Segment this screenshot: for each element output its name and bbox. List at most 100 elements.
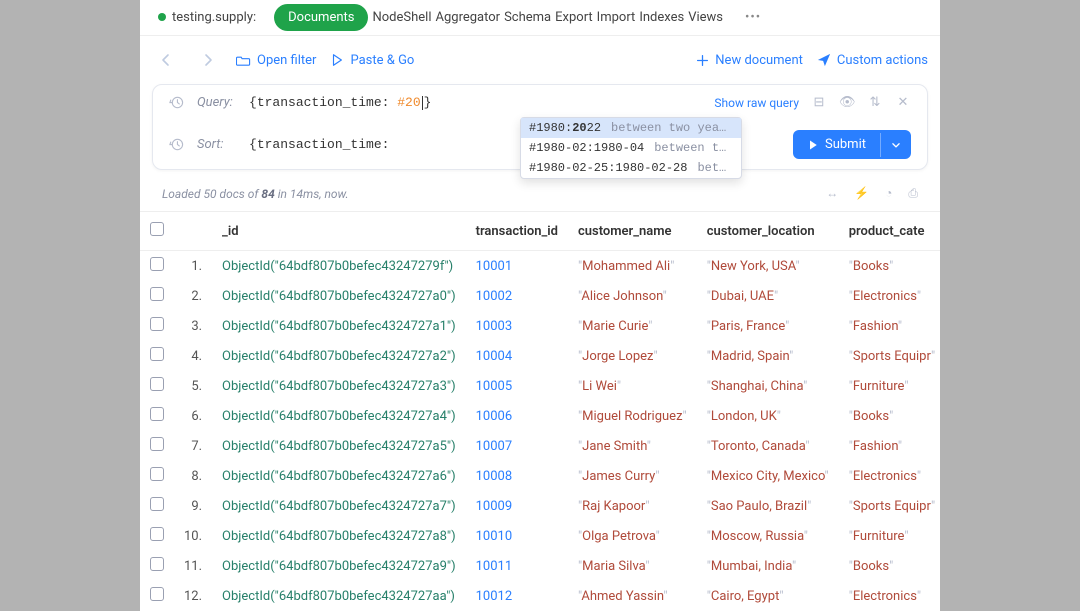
close-icon[interactable]: ✕ xyxy=(895,95,911,110)
history-icon[interactable] xyxy=(169,137,187,152)
sort-toggle-icon[interactable]: ⇅ xyxy=(867,95,883,110)
open-filter-label: Open filter xyxy=(257,53,316,68)
cell-id[interactable]: ObjectId("64bdf807b0befec4324727a5") xyxy=(222,439,456,454)
row-checkbox[interactable] xyxy=(150,347,164,361)
cell-id[interactable]: ObjectId("64bdf807b0befec4324727a4") xyxy=(222,409,456,424)
history-icon[interactable] xyxy=(169,95,187,110)
cell-transaction-id[interactable]: 10005 xyxy=(476,379,513,394)
send-icon xyxy=(817,53,831,67)
row-checkbox[interactable] xyxy=(150,377,164,391)
query-text[interactable]: {transaction_time: #20} xyxy=(249,95,431,110)
tab-documents[interactable]: Documents xyxy=(274,4,368,31)
tab-export[interactable]: Export xyxy=(555,10,593,25)
forward-button[interactable] xyxy=(194,46,222,74)
tab-views[interactable]: Views xyxy=(688,10,723,25)
paste-go-button[interactable]: Paste & Go xyxy=(330,53,414,68)
back-button[interactable] xyxy=(152,46,180,74)
cell-id[interactable]: ObjectId("64bdf807b0befec4324727a6") xyxy=(222,469,456,484)
cell-id[interactable]: ObjectId("64bdf807b0befec4324727a1") xyxy=(222,319,456,334)
cell-customer-name: Li Wei xyxy=(582,379,617,394)
cell-transaction-id[interactable]: 10006 xyxy=(476,409,513,424)
arrow-left-icon xyxy=(158,52,174,68)
tab-schema[interactable]: Schema xyxy=(504,10,551,25)
chart-icon[interactable]: ◔ xyxy=(885,186,892,201)
column-header[interactable]: _id xyxy=(212,212,466,251)
tab-nodeshell[interactable]: NodeShell xyxy=(372,10,431,25)
suggestion-item[interactable]: #1980-02-25:1980-02-28bet… xyxy=(521,158,741,178)
cell-customer-location: Moscow, Russia xyxy=(711,529,804,544)
custom-actions-button[interactable]: Custom actions xyxy=(817,53,928,68)
cell-id[interactable]: ObjectId("64bdf807b0befec4324727aa") xyxy=(222,589,455,604)
cell-transaction-id[interactable]: 10009 xyxy=(476,499,513,514)
table-row[interactable]: 2.ObjectId("64bdf807b0befec4324727a0")10… xyxy=(140,281,940,311)
tab-indexes[interactable]: Indexes xyxy=(639,10,684,25)
sort-label: Sort: xyxy=(197,137,239,152)
row-number: 4. xyxy=(174,341,212,371)
cell-transaction-id[interactable]: 10007 xyxy=(476,439,513,454)
table-row[interactable]: 5.ObjectId("64bdf807b0befec4324727a3")10… xyxy=(140,371,940,401)
table-row[interactable]: 3.ObjectId("64bdf807b0befec4324727a1")10… xyxy=(140,311,940,341)
cell-id[interactable]: ObjectId("64bdf807b0befec4324727a2") xyxy=(222,349,456,364)
new-document-button[interactable]: New document xyxy=(696,53,803,68)
cell-id[interactable]: ObjectId("64bdf807b0befec4324727a7") xyxy=(222,499,456,514)
row-checkbox[interactable] xyxy=(150,437,164,451)
ruler-icon[interactable]: ⊟ xyxy=(811,95,827,110)
cell-transaction-id[interactable]: 10004 xyxy=(476,349,513,364)
column-header[interactable]: product_cate xyxy=(839,212,940,251)
cell-transaction-id[interactable]: 10003 xyxy=(476,319,513,334)
query-row[interactable]: Query: {transaction_time: #20} Show raw … xyxy=(163,85,917,120)
cell-transaction-id[interactable]: 10010 xyxy=(476,529,513,544)
tab-aggregator[interactable]: Aggregator xyxy=(436,10,501,25)
row-checkbox[interactable] xyxy=(150,497,164,511)
export-icon[interactable]: ⎙ xyxy=(908,186,918,201)
cell-customer-name: Jorge Lopez xyxy=(582,349,653,364)
eye-icon[interactable]: 👁 xyxy=(839,95,855,110)
table-row[interactable]: 9.ObjectId("64bdf807b0befec4324727a7")10… xyxy=(140,491,940,521)
bolt-icon[interactable]: ⚡ xyxy=(854,186,869,201)
custom-actions-label: Custom actions xyxy=(837,53,928,68)
tab-import[interactable]: Import xyxy=(597,10,636,25)
table-row[interactable]: 10.ObjectId("64bdf807b0befec4324727a8")1… xyxy=(140,521,940,551)
row-checkbox[interactable] xyxy=(150,467,164,481)
table-row[interactable]: 12.ObjectId("64bdf807b0befec4324727aa")1… xyxy=(140,581,940,611)
sort-text[interactable]: {transaction_time: xyxy=(249,137,389,152)
cell-id[interactable]: ObjectId("64bdf807b0befec4324727a8") xyxy=(222,529,456,544)
submit-caret[interactable] xyxy=(880,133,911,157)
submit-button[interactable]: Submit xyxy=(793,130,911,159)
row-checkbox[interactable] xyxy=(150,587,164,601)
row-checkbox[interactable] xyxy=(150,317,164,331)
select-all-header[interactable] xyxy=(140,212,174,251)
column-header[interactable]: customer_name xyxy=(568,212,697,251)
row-checkbox[interactable] xyxy=(150,557,164,571)
cell-id[interactable]: ObjectId("64bdf807b0befec4324727a0") xyxy=(222,289,456,304)
cell-id[interactable]: ObjectId("64bdf807b0befec43247279f") xyxy=(222,259,453,274)
table-row[interactable]: 6.ObjectId("64bdf807b0befec4324727a4")10… xyxy=(140,401,940,431)
table-row[interactable]: 8.ObjectId("64bdf807b0befec4324727a6")10… xyxy=(140,461,940,491)
cell-transaction-id[interactable]: 10008 xyxy=(476,469,513,484)
row-checkbox[interactable] xyxy=(150,257,164,271)
suggestion-item[interactable]: #1980-02:1980-04between t… xyxy=(521,138,741,158)
table-row[interactable]: 4. ObjectId("64bdf807b0befec4324727a2") 10… xyxy=(140,341,940,371)
row-checkbox[interactable] xyxy=(150,287,164,301)
open-filter-button[interactable]: Open filter xyxy=(236,53,316,68)
cell-transaction-id[interactable]: 10011 xyxy=(476,559,513,574)
row-checkbox[interactable] xyxy=(150,407,164,421)
row-checkbox[interactable] xyxy=(150,527,164,541)
column-header[interactable]: customer_location xyxy=(697,212,839,251)
more-icon[interactable]: ••• xyxy=(745,10,761,25)
checkbox-icon[interactable] xyxy=(150,222,164,236)
cell-id[interactable]: ObjectId("64bdf807b0befec4324727a3") xyxy=(222,379,456,394)
resize-icon[interactable]: ↔ xyxy=(826,186,838,201)
table-row[interactable]: 1.ObjectId("64bdf807b0befec43247279f")10… xyxy=(140,251,940,282)
table-row[interactable]: 11.ObjectId("64bdf807b0befec4324727a9")1… xyxy=(140,551,940,581)
column-header[interactable]: transaction_id xyxy=(466,212,568,251)
cell-transaction-id[interactable]: 10012 xyxy=(476,589,513,604)
cell-transaction-id[interactable]: 10002 xyxy=(476,289,513,304)
show-raw-query-button[interactable]: Show raw query xyxy=(714,96,799,110)
cell-product-category: Furniture xyxy=(853,379,904,394)
cell-transaction-id[interactable]: 10001 xyxy=(476,259,513,274)
suggestion-item[interactable]: #1980:2022between two yea… xyxy=(521,118,741,138)
cell-id[interactable]: ObjectId("64bdf807b0befec4324727a9") xyxy=(222,559,456,574)
table-row[interactable]: 7.ObjectId("64bdf807b0befec4324727a5")10… xyxy=(140,431,940,461)
play-icon xyxy=(330,53,344,67)
